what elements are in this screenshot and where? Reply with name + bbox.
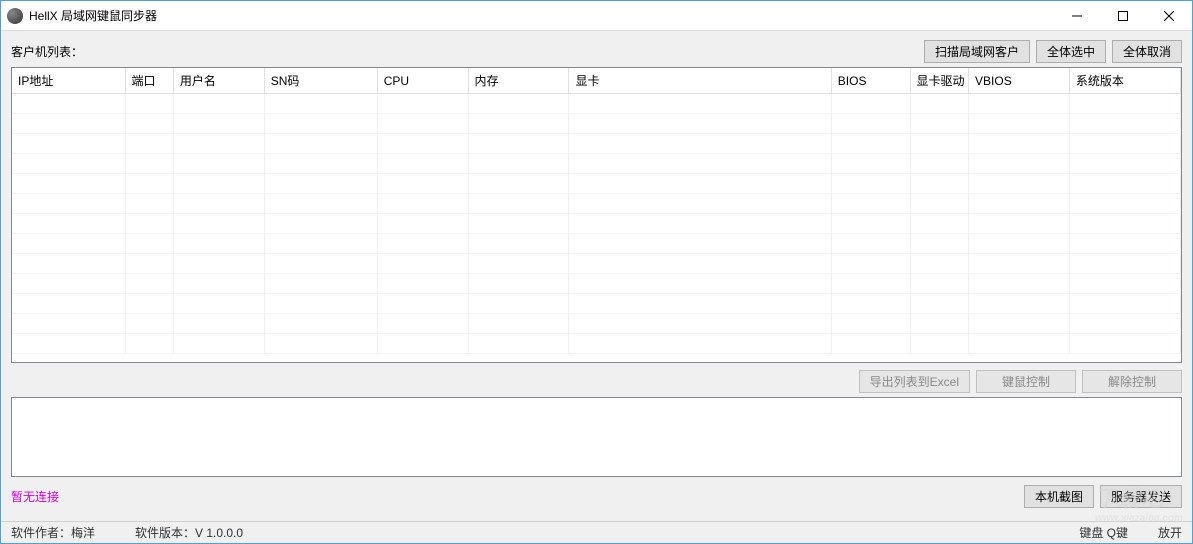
app-icon	[7, 8, 23, 24]
client-table[interactable]: IP地址端口用户名SN码CPU内存显卡BIOS显卡驱动VBIOS系统版本	[12, 68, 1181, 354]
minimize-button[interactable]	[1054, 1, 1100, 30]
version-label: 软件版本：V 1.0.0.0	[135, 524, 243, 541]
client-list-label: 客户机列表：	[11, 43, 83, 60]
export-excel-button[interactable]: 导出列表到Excel	[859, 370, 970, 393]
table-row[interactable]	[12, 334, 1181, 354]
statusbar: 软件作者：梅洋 软件版本：V 1.0.0.0 键盘 Q键 放开	[1, 521, 1192, 543]
column-header-cpu[interactable]: CPU	[377, 68, 468, 94]
deselect-all-button[interactable]: 全体取消	[1112, 40, 1182, 63]
table-row[interactable]	[12, 134, 1181, 154]
table-row[interactable]	[12, 94, 1181, 114]
maximize-button[interactable]	[1100, 1, 1146, 30]
app-window: HellX 局域网键鼠同步器 客户机列表： 扫描局域网客户 全体选中 全体取消 …	[0, 0, 1193, 544]
table-row[interactable]	[12, 294, 1181, 314]
column-header-user[interactable]: 用户名	[173, 68, 264, 94]
client-table-container: IP地址端口用户名SN码CPU内存显卡BIOS显卡驱动VBIOS系统版本	[11, 67, 1182, 363]
table-row[interactable]	[12, 254, 1181, 274]
table-row[interactable]	[12, 234, 1181, 254]
table-row[interactable]	[12, 174, 1181, 194]
log-textarea[interactable]	[11, 397, 1182, 477]
top-toolbar: 客户机列表： 扫描局域网客户 全体选中 全体取消	[11, 39, 1182, 63]
window-title: HellX 局域网键鼠同步器	[29, 7, 157, 24]
client-area: 客户机列表： 扫描局域网客户 全体选中 全体取消 IP地址端口用户名SN码CPU…	[1, 31, 1192, 521]
column-header-vbios[interactable]: VBIOS	[969, 68, 1070, 94]
release-status-label: 放开	[1158, 524, 1182, 541]
column-header-gpu[interactable]: 显卡	[569, 68, 831, 94]
column-header-mem[interactable]: 内存	[468, 68, 569, 94]
column-header-ip[interactable]: IP地址	[12, 68, 125, 94]
table-row[interactable]	[12, 114, 1181, 134]
connection-status: 暂无连接	[11, 488, 59, 505]
table-row[interactable]	[12, 274, 1181, 294]
column-header-gpudrv[interactable]: 显卡驱动	[910, 68, 969, 94]
scan-lan-button[interactable]: 扫描局域网客户	[924, 40, 1030, 63]
screenshot-button[interactable]: 本机截图	[1024, 485, 1094, 508]
release-control-button[interactable]: 解除控制	[1082, 370, 1182, 393]
table-actions: 导出列表到Excel 键鼠控制 解除控制	[11, 363, 1182, 395]
column-header-osver[interactable]: 系统版本	[1069, 68, 1180, 94]
column-header-port[interactable]: 端口	[125, 68, 173, 94]
author-label: 软件作者：梅洋	[11, 524, 95, 541]
minimize-icon	[1072, 11, 1082, 21]
table-row[interactable]	[12, 214, 1181, 234]
table-row[interactable]	[12, 154, 1181, 174]
maximize-icon	[1118, 11, 1128, 21]
close-button[interactable]	[1146, 1, 1192, 30]
table-row[interactable]	[12, 314, 1181, 334]
column-header-sn[interactable]: SN码	[264, 68, 377, 94]
table-row[interactable]	[12, 194, 1181, 214]
bottom-bar: 暂无连接 本机截图 服务器发送	[11, 481, 1182, 511]
server-send-button[interactable]: 服务器发送	[1100, 485, 1182, 508]
titlebar: HellX 局域网键鼠同步器	[1, 1, 1192, 31]
select-all-button[interactable]: 全体选中	[1036, 40, 1106, 63]
km-control-button[interactable]: 键鼠控制	[976, 370, 1076, 393]
close-icon	[1164, 11, 1174, 21]
keyboard-status-label: 键盘 Q键	[1079, 524, 1128, 541]
column-header-bios[interactable]: BIOS	[831, 68, 910, 94]
table-header-row: IP地址端口用户名SN码CPU内存显卡BIOS显卡驱动VBIOS系统版本	[12, 68, 1181, 94]
